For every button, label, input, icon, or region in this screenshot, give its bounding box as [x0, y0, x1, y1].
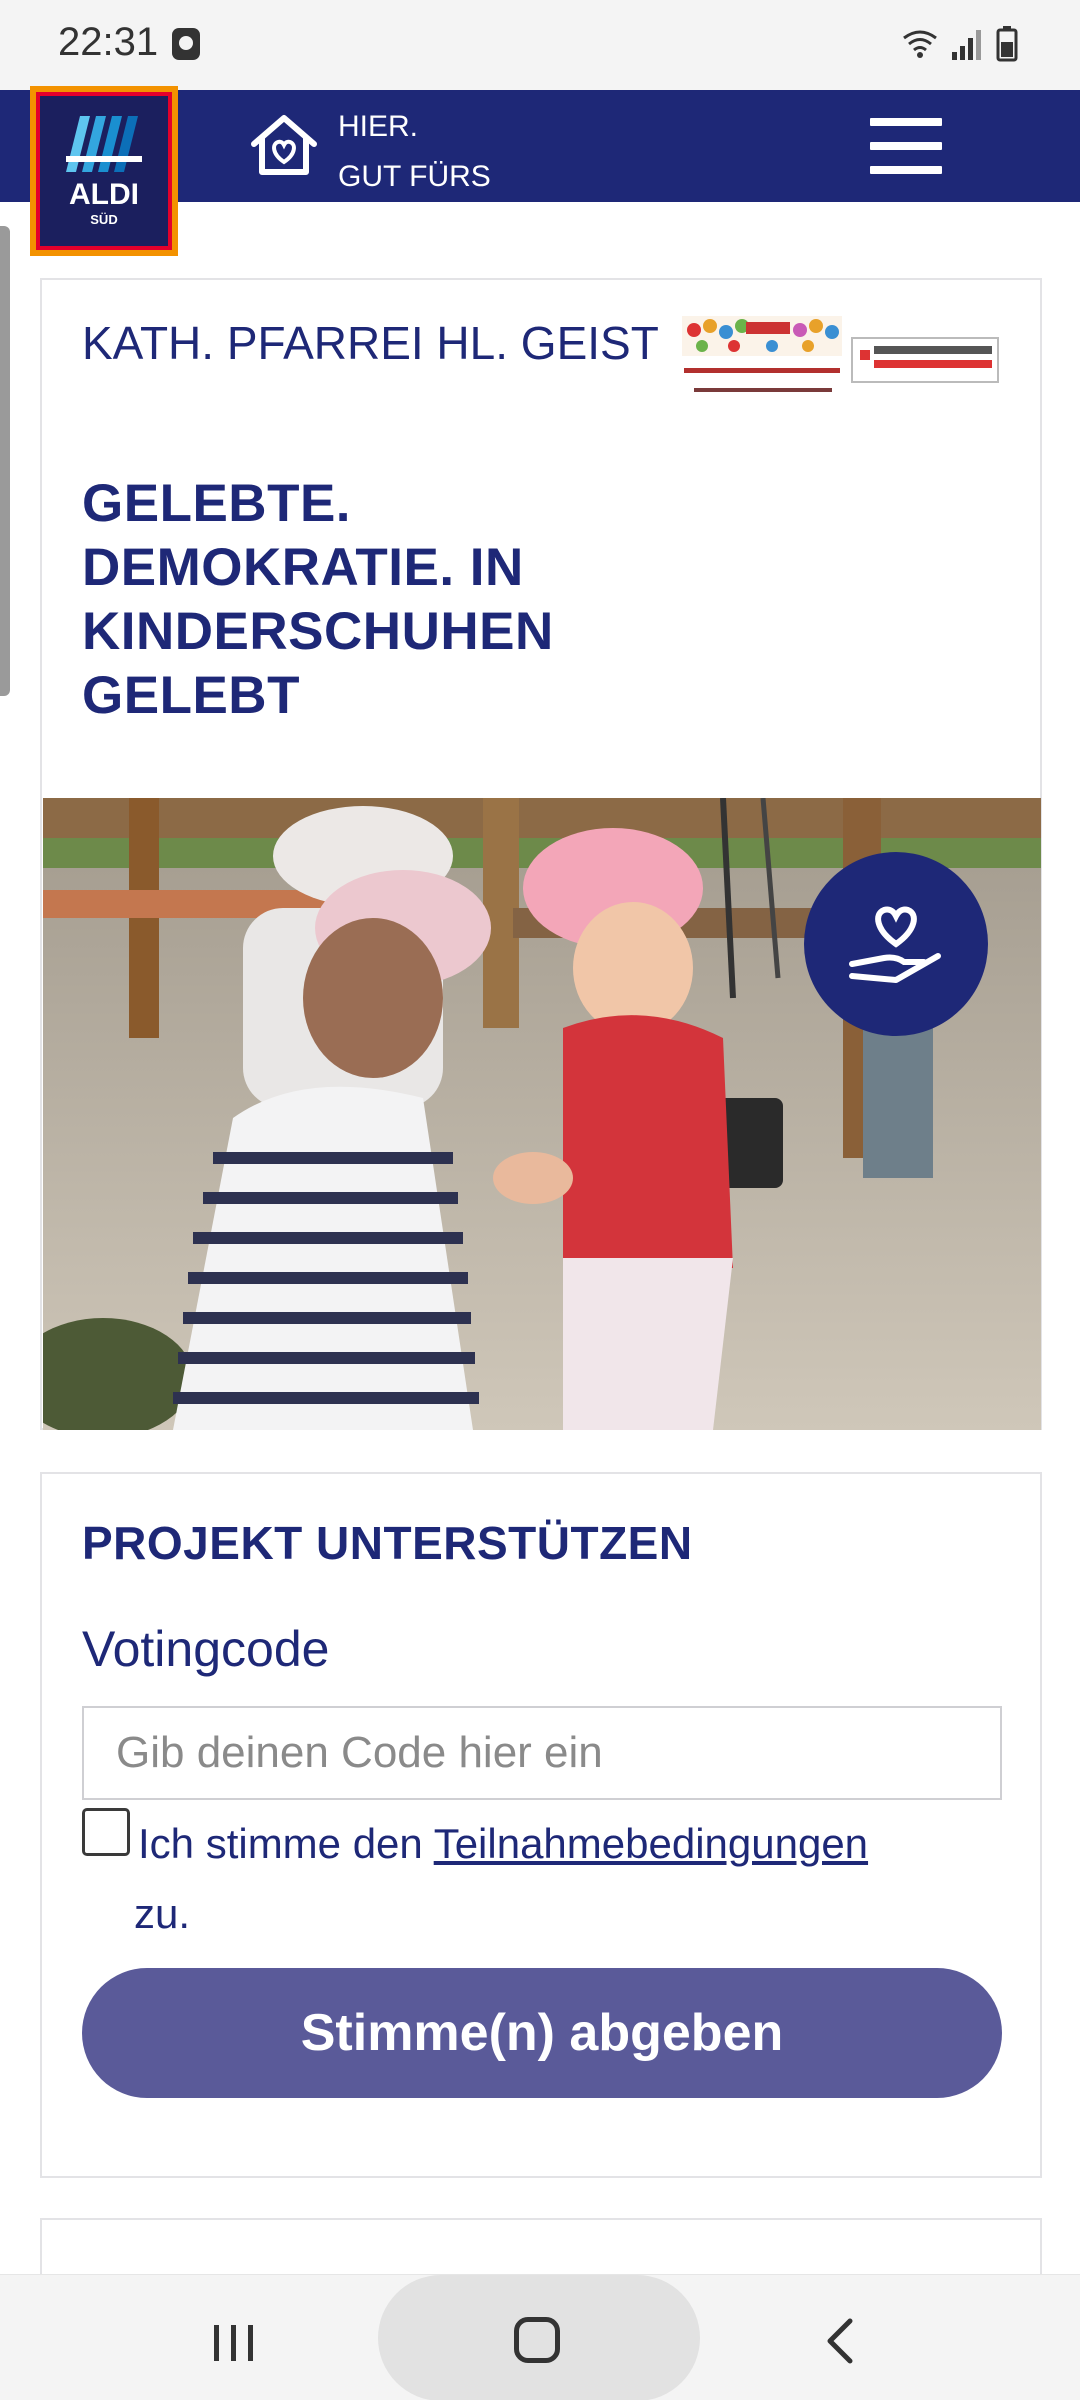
aldi-stripes-icon — [66, 116, 142, 172]
system-nav-bar — [0, 2274, 1080, 2400]
status-icons — [903, 26, 1018, 62]
voting-code-label: Votingcode — [82, 1621, 330, 1677]
project-title: GELEBTE. DEMOKRATIE. IN KINDERSCHUHEN GE… — [82, 474, 554, 725]
recents-icon[interactable] — [212, 2323, 256, 2363]
home-icon[interactable] — [514, 2317, 560, 2363]
support-title: PROJEKT UNTERSTÜTZEN — [82, 1517, 693, 1569]
organization-badge-image — [682, 316, 999, 392]
edge-panel-handle[interactable] — [0, 226, 10, 696]
consent-suffix: zu. — [134, 1890, 191, 1937]
consent-prefix: Ich stimme den — [138, 1820, 434, 1867]
house-heart-icon — [251, 115, 317, 175]
wifi-icon — [903, 30, 937, 52]
ktk-seal — [851, 337, 999, 383]
aldi-logo-text: ALDI — [69, 178, 139, 211]
menu-icon[interactable] — [870, 118, 942, 178]
battery-icon — [996, 26, 1018, 62]
tagline-line2: GUT FÜRS — [338, 160, 491, 193]
consent-text: Ich stimme den Teilnahmebedingungen — [138, 1808, 978, 1880]
aldi-logo-subtext: SÜD — [90, 212, 118, 227]
signal-icon — [952, 30, 981, 60]
notification-app-icon — [172, 28, 200, 60]
tagline-line1: HIER. — [338, 110, 419, 143]
next-card-edge — [40, 2218, 1042, 2278]
voting-code-input[interactable] — [82, 1706, 1002, 1800]
header-tagline: HIER. GUT FÜRS — [338, 102, 491, 202]
aldi-logo[interactable]: ALDI SÜD — [30, 86, 178, 256]
status-time: 22:31 — [58, 20, 159, 64]
support-card: PROJEKT UNTERSTÜTZEN Votingcode Ich stim… — [40, 1472, 1042, 2178]
organization-name: KATH. PFARREI HL. GEIST — [82, 317, 659, 369]
donate-hand-heart-icon[interactable] — [804, 852, 988, 1036]
back-icon[interactable] — [822, 2317, 858, 2365]
status-bar: 22:31 — [0, 0, 1080, 90]
consent-checkbox[interactable] — [82, 1808, 130, 1856]
terms-link[interactable]: Teilnahmebedingungen — [434, 1820, 868, 1867]
submit-vote-button[interactable]: Stimme(n) abgeben — [82, 1968, 1002, 2098]
kindergarten-logo — [682, 316, 842, 392]
